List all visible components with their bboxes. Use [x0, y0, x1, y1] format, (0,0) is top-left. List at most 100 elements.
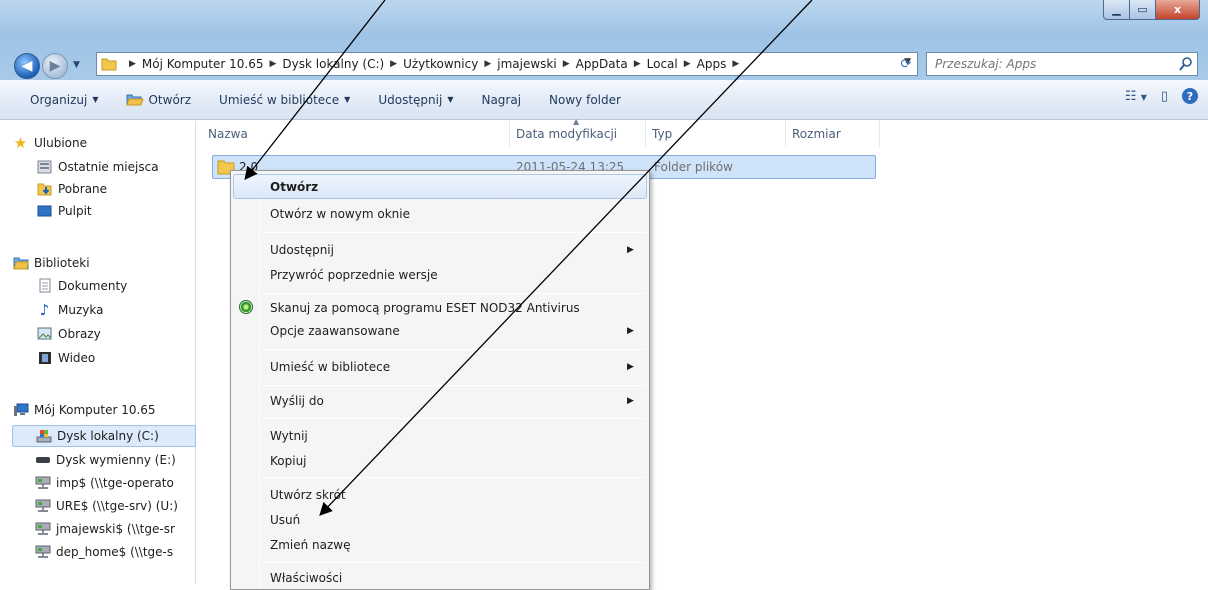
menu-separator	[263, 562, 645, 563]
search-box	[926, 52, 1198, 76]
sidebar-item-documents[interactable]: Dokumenty	[36, 278, 127, 293]
title-bar: ▁ ▭ x ◀ ▶ ▼ ▶ Mój Komputer 10.65 ▶ Dysk …	[0, 0, 1208, 80]
chevron-right-icon[interactable]: ▶	[390, 59, 397, 69]
sidebar-libraries[interactable]: Biblioteki	[12, 255, 90, 270]
sidebar-header-label: Biblioteki	[34, 255, 90, 270]
chevron-right-icon[interactable]: ▶	[684, 59, 691, 69]
sidebar-item-network-drive[interactable]: jmajewski$ (\\tge-sr	[34, 521, 175, 536]
breadcrumb-item[interactable]: Mój Komputer 10.65	[142, 57, 264, 71]
menu-separator	[263, 385, 645, 386]
sidebar-item-label: URE$ (\\tge-srv) (U:)	[56, 498, 178, 513]
column-header-label: Typ	[652, 127, 673, 141]
burn-label: Nagraj	[481, 92, 522, 107]
column-headers: Nazwa ▲ Data modyfikacji Typ Rozmiar	[198, 117, 1208, 147]
forward-button[interactable]: ▶	[42, 53, 68, 79]
window-controls: ▁ ▭ x	[1103, 0, 1200, 20]
back-button[interactable]: ◀	[14, 53, 40, 79]
menu-item-eset-scan[interactable]: Skanuj za pomocą programu ESET NOD32 Ant…	[270, 301, 580, 315]
sidebar-item-recent[interactable]: Ostatnie miejsca	[36, 159, 159, 174]
breadcrumb-item[interactable]: jmajewski	[497, 57, 556, 71]
sidebar-item-desktop[interactable]: Pulpit	[36, 203, 92, 218]
menu-item-copy[interactable]: Kopiuj	[270, 454, 307, 468]
sidebar-favorites[interactable]: ★ Ulubione	[12, 133, 87, 152]
close-button[interactable]: x	[1156, 0, 1200, 20]
sidebar-item-label: Obrazy	[58, 326, 101, 341]
breadcrumb-item[interactable]: Apps	[697, 57, 727, 71]
search-input[interactable]	[933, 56, 1163, 72]
share-button[interactable]: Udostępnij ▼	[378, 93, 453, 107]
menu-item-properties[interactable]: Właściwości	[270, 571, 342, 585]
menu-separator	[263, 293, 645, 294]
sidebar-item-label: jmajewski$ (\\tge-sr	[56, 521, 175, 536]
forward-arrow-icon: ▶	[49, 58, 61, 74]
back-arrow-icon: ◀	[21, 58, 33, 74]
breadcrumb-item[interactable]: AppData	[576, 57, 628, 71]
menu-gutter	[259, 173, 260, 589]
chevron-right-icon[interactable]: ▶	[732, 59, 739, 69]
column-header-name[interactable]: Nazwa	[202, 121, 510, 147]
chevron-right-icon[interactable]: ▶	[634, 59, 641, 69]
column-header-label: Data modyfikacji	[516, 127, 618, 141]
sidebar-item-label: Pobrane	[58, 181, 108, 196]
menu-item-open[interactable]: Otwórz	[270, 180, 318, 194]
sidebar-item-local-disk[interactable]: Dysk lokalny (C:)	[12, 425, 196, 447]
library-label: Umieść w bibliotece	[219, 92, 340, 107]
organize-button[interactable]: Organizuj ▼	[30, 93, 98, 107]
minimize-button[interactable]: ▁	[1103, 0, 1130, 20]
submenu-arrow-icon: ▶	[627, 362, 634, 372]
chevron-right-icon[interactable]: ▶	[563, 59, 570, 69]
star-icon: ★	[13, 133, 28, 152]
history-dropdown-icon[interactable]: ▼	[73, 60, 80, 70]
menu-item-include-in-library[interactable]: Umieść w bibliotece	[270, 360, 390, 374]
breadcrumb-item[interactable]: Dysk lokalny (C:)	[282, 57, 384, 71]
network-drive-icon	[34, 521, 51, 536]
menu-item-open-new-window[interactable]: Otwórz w nowym oknie	[270, 207, 410, 221]
menu-item-send-to[interactable]: Wyślij do	[270, 394, 324, 408]
column-header-date[interactable]: Data modyfikacji	[510, 121, 646, 147]
chevron-right-icon[interactable]: ▶	[269, 59, 276, 69]
share-label: Udostępnij	[378, 92, 443, 107]
column-header-type[interactable]: Typ	[646, 121, 786, 147]
view-options-icon[interactable]: ☷ ▼	[1125, 89, 1147, 104]
refresh-icon[interactable]: ⟳	[895, 52, 917, 76]
sidebar-computer[interactable]: Mój Komputer 10.65	[12, 402, 156, 417]
menu-item-share[interactable]: Udostępnij	[270, 243, 334, 257]
sidebar-item-removable-disk[interactable]: Dysk wymienny (E:)	[34, 452, 176, 467]
column-header-size[interactable]: Rozmiar	[786, 121, 880, 147]
submenu-arrow-icon: ▶	[627, 245, 634, 255]
breadcrumb: ▶ Mój Komputer 10.65 ▶ Dysk lokalny (C:)…	[123, 57, 745, 71]
menu-item-rename[interactable]: Zmień nazwę	[270, 538, 351, 552]
sidebar-item-network-drive[interactable]: imp$ (\\tge-operato	[34, 475, 174, 490]
sidebar-item-music[interactable]: ♪ Muzyka	[36, 301, 104, 319]
open-label: Otwórz	[148, 92, 192, 107]
menu-item-restore-versions[interactable]: Przywróć poprzednie wersje	[270, 268, 438, 282]
menu-separator	[263, 232, 645, 233]
menu-item-advanced-options[interactable]: Opcje zaawansowane	[270, 324, 400, 338]
help-icon[interactable]: ?	[1182, 88, 1198, 104]
sidebar-item-pictures[interactable]: Obrazy	[36, 326, 101, 341]
sidebar-item-network-drive[interactable]: URE$ (\\tge-srv) (U:)	[34, 498, 178, 513]
menu-item-create-shortcut[interactable]: Utwórz skrót	[270, 488, 346, 502]
menu-item-cut[interactable]: Wytnij	[270, 429, 308, 443]
sidebar-item-downloads[interactable]: Pobrane	[36, 181, 107, 196]
maximize-button[interactable]: ▭	[1130, 0, 1156, 20]
sidebar-item-network-drive[interactable]: dep_home$ (\\tge-s	[34, 544, 173, 559]
burn-button[interactable]: Nagraj	[481, 93, 521, 107]
breadcrumb-item[interactable]: Użytkownicy	[403, 57, 478, 71]
chevron-down-icon: ▼	[92, 95, 99, 104]
removable-drive-icon	[34, 452, 51, 467]
navigation-pane: ★ Ulubione Ostatnie miejsca Pobrane Pulp…	[0, 121, 196, 584]
sidebar-item-videos[interactable]: Wideo	[36, 350, 95, 365]
chevron-right-icon[interactable]: ▶	[484, 59, 491, 69]
folder-icon	[101, 58, 117, 71]
open-button[interactable]: Otwórz	[126, 93, 191, 107]
preview-pane-icon[interactable]: ▯	[1161, 89, 1168, 104]
sidebar-item-label: Wideo	[58, 350, 96, 365]
new-folder-button[interactable]: Nowy folder	[549, 93, 621, 107]
include-in-library-button[interactable]: Umieść w bibliotece ▼	[219, 93, 350, 107]
menu-item-delete[interactable]: Usuń	[270, 513, 300, 527]
view-tools: ☷ ▼ ▯ ?	[1111, 88, 1198, 104]
breadcrumb-item[interactable]: Local	[647, 57, 678, 71]
search-icon[interactable]	[1179, 56, 1193, 72]
address-bar[interactable]: ▶ Mój Komputer 10.65 ▶ Dysk lokalny (C:)…	[96, 52, 918, 76]
